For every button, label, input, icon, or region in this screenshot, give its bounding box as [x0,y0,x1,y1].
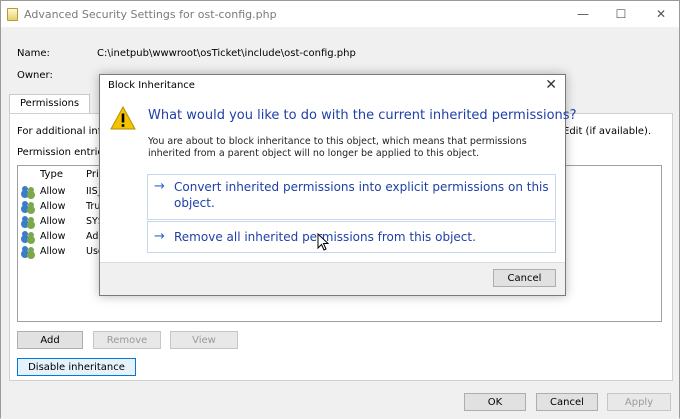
convert-permissions-option[interactable]: → Convert inherited permissions into exp… [147,174,556,220]
block-inheritance-dialog: Block Inheritance ✕ What would you like … [99,74,576,296]
dialog-footer: Cancel [100,262,565,295]
arrow-right-icon: → [154,229,165,244]
remove-button[interactable]: Remove [93,331,161,349]
dialog-heading: What would you like to do with the curre… [148,108,577,123]
table-row[interactable]: Allow Tru [18,199,100,214]
name-label: Name: [17,48,50,59]
row-type: Allow [40,246,66,257]
permission-entries-label: Permission entrie [17,147,104,158]
mouse-cursor-icon [317,233,329,251]
window-title: Advanced Security Settings for ost-confi… [24,7,277,21]
option-label: Convert inherited permissions into expli… [174,180,549,210]
ok-button[interactable]: OK [464,393,526,411]
view-button[interactable]: View [170,331,238,349]
dialog-description: You are about to block inheritance to th… [148,136,527,159]
users-icon [21,216,35,227]
title-bar: Advanced Security Settings for ost-confi… [1,1,679,27]
tab-permissions[interactable]: Permissions [9,94,91,114]
add-button[interactable]: Add [17,331,83,349]
table-row[interactable]: Allow Use [18,244,104,259]
name-value: C:\inetpub\wwwroot\osTicket\include\ost-… [97,48,356,59]
document-icon [7,7,18,21]
remove-permissions-option[interactable]: → Remove all inherited permissions from … [147,221,556,253]
users-icon [21,246,35,257]
dialog-title: Block Inheritance [108,80,195,91]
cancel-button[interactable]: Cancel [536,393,598,411]
warning-icon [110,106,136,130]
users-icon [21,231,35,242]
table-row[interactable]: Allow Adi [18,229,101,244]
additional-info-text: For additional infi [17,126,105,137]
column-header-principal[interactable]: Pri [86,169,99,180]
maximize-button[interactable]: ☐ [601,1,641,27]
column-header-type[interactable]: Type [40,169,63,180]
disable-inheritance-button[interactable]: Disable inheritance [17,358,136,376]
table-row[interactable]: Allow IIS_ [18,184,102,199]
minimize-button[interactable]: — [563,1,603,27]
dialog-close-icon[interactable]: ✕ [545,77,557,93]
row-type: Allow [40,201,66,212]
row-type: Allow [40,216,66,227]
close-button[interactable]: ✕ [641,1,680,27]
footer-bar: OK Cancel Apply [1,390,679,419]
arrow-right-icon: → [154,179,165,194]
owner-label: Owner: [17,70,53,81]
apply-button[interactable]: Apply [607,393,671,411]
users-icon [21,201,35,212]
users-icon [21,186,35,197]
edit-hint-text: Edit (if available). [563,126,652,137]
row-type: Allow [40,186,66,197]
row-type: Allow [40,231,66,242]
table-row[interactable]: Allow SYS [18,214,104,229]
dialog-cancel-button[interactable]: Cancel [493,269,556,287]
